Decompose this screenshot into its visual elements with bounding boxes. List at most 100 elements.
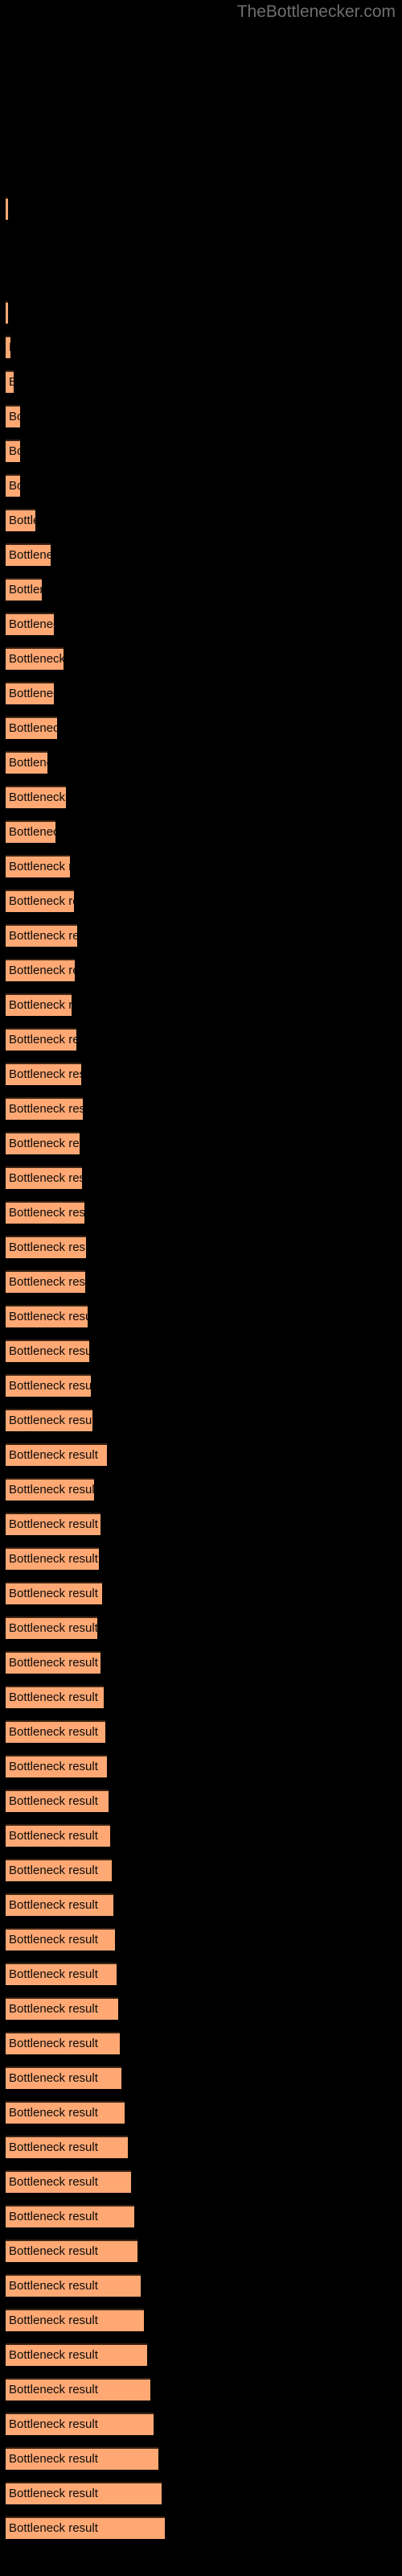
bar-label: Bottleneck result [9, 1898, 98, 1912]
bar: Bottleneck result [6, 2413, 154, 2435]
bar-label: Bottleneck result [9, 1587, 98, 1600]
bar: Bottleneck result [6, 1859, 112, 1881]
bar-row: Bottleneck result [0, 1755, 402, 1790]
bar-label: Bottleneck result [9, 2106, 98, 2120]
bar-label: Bottleneck result [9, 410, 20, 423]
bar: Bottleneck result [6, 993, 72, 1016]
bar-row: Bottleneck result [0, 2136, 402, 2170]
bar-label: Bottleneck result [9, 1829, 98, 1843]
bar-row: Bottleneck result [0, 1201, 402, 1236]
bar: Bottleneck result [6, 1305, 88, 1327]
bar-label: Bottleneck result [9, 894, 74, 908]
bar-label: Bottleneck result [9, 1033, 76, 1046]
bar-label: Bottleneck result [9, 2244, 98, 2258]
bar-row: Bottleneck result [0, 890, 402, 924]
bar-label: Bottleneck result [9, 2521, 98, 2535]
bar-row: Bottleneck result [0, 1513, 402, 1547]
bar: Bottleneck result [6, 1201, 84, 1224]
bar-row: Bottleneck result [0, 1859, 402, 1893]
bar: Bottleneck result [6, 1409, 92, 1431]
bar-label: Bottleneck result [9, 1552, 98, 1566]
bar-row: Bottleneck result [0, 993, 402, 1028]
bar: Bottleneck result [6, 2205, 134, 2227]
bar: Bottleneck result [6, 1928, 115, 1951]
bar: Bottleneck result [6, 336, 10, 358]
bar-label: Bottleneck result [9, 376, 14, 389]
bar: Bottleneck result [6, 1720, 105, 1743]
bar-label: Bottleneck result [9, 2140, 98, 2154]
bar-row: Bottleneck result [0, 2447, 402, 2482]
bar: Bottleneck result [6, 1236, 86, 1258]
bar-label: Bottleneck result [9, 2175, 98, 2189]
bar-label: Bottleneck result [9, 1933, 98, 1946]
bar-label: Bottleneck result [9, 1794, 98, 1808]
bar: Bottleneck result [6, 2309, 144, 2331]
bar-row: Bottleneck result [0, 2170, 402, 2205]
bar-label: Bottleneck result [9, 2383, 98, 2396]
bar-row: Bottleneck result [0, 1443, 402, 1478]
bar: Bottleneck result [6, 1651, 100, 1674]
bar-row: Bottleneck result [0, 1132, 402, 1166]
bar: Bottleneck result [6, 2032, 120, 2054]
bar: Bottleneck result [6, 1374, 91, 1397]
bar-row: Bottleneck result [0, 1651, 402, 1686]
bar-row: Bottleneck result [0, 2516, 402, 2551]
bar: Bottleneck result [6, 1686, 104, 1708]
bar-row: Bottleneck result [0, 578, 402, 613]
bar-label: Bottleneck result [9, 2452, 98, 2466]
bar-row: Bottleneck result [0, 2101, 402, 2136]
bar-row: Bottleneck result [0, 2413, 402, 2447]
bar-label: Bottleneck result [9, 998, 72, 1012]
bar: Bottleneck result [6, 2274, 141, 2297]
bar-label: Bottleneck result [9, 1621, 97, 1635]
bar-row: Bottleneck result [0, 1166, 402, 1201]
bar-label: Bottleneck result [9, 341, 10, 354]
bar-label: Bottleneck result [9, 2417, 98, 2431]
bar: Bottleneck result [6, 543, 51, 566]
bar: Bottleneck result [6, 1824, 110, 1847]
bar-row: Bottleneck result [0, 2205, 402, 2240]
bar-label: Bottleneck result [9, 964, 75, 977]
bar-label: Bottleneck result [9, 2279, 98, 2293]
bar-row: Bottleneck result [0, 1616, 402, 1651]
bar: Bottleneck result [6, 1132, 80, 1154]
bar-row: Bottleneck result [0, 855, 402, 890]
bar: Bottleneck result [6, 1443, 107, 1466]
bar: Bottleneck result [6, 1997, 118, 2020]
bar-label: Bottleneck result [9, 1656, 98, 1670]
bar-label: Bottleneck result [9, 444, 20, 458]
bar-label: Bottleneck result [9, 825, 55, 839]
bar-row: Bottleneck result [0, 1893, 402, 1928]
bar: Bottleneck result [6, 890, 74, 912]
bar-row: Bottleneck result [0, 1686, 402, 1720]
bar: Bottleneck result [6, 647, 64, 670]
bar-label: Bottleneck result [9, 479, 20, 493]
bar-row: Bottleneck result [0, 1547, 402, 1582]
bar-label: Bottleneck result [9, 721, 57, 735]
bar: Bottleneck result [6, 1547, 99, 1570]
bar: Bottleneck result [6, 820, 55, 843]
bar-row: Bottleneck result [0, 440, 402, 474]
bar-label: Bottleneck result [9, 548, 51, 562]
bar-label: Bottleneck result [9, 1379, 91, 1393]
bar-label: Bottleneck result [9, 791, 66, 804]
bar-row: Bottleneck result [0, 1028, 402, 1063]
bar: Bottleneck result [6, 613, 54, 635]
bar-label: Bottleneck result [9, 2037, 98, 2050]
bar: Bottleneck result [6, 1270, 85, 1293]
bar-label: Bottleneck result [9, 583, 42, 597]
bar: Bottleneck result [6, 1616, 97, 1639]
bar: Bottleneck result [6, 197, 8, 220]
bar-row: Bottleneck result [0, 1305, 402, 1340]
bar: Bottleneck result [6, 1513, 100, 1535]
bar-row: Bottleneck result [0, 1997, 402, 2032]
bar-row: Bottleneck result [0, 1928, 402, 1963]
bar-row: Bottleneck result [0, 959, 402, 993]
bar-row: Bottleneck result [0, 1824, 402, 1859]
bottleneck-bar-chart: Bottleneck result Bottleneck result Bottle… [0, 0, 402, 2576]
bar: Bottleneck result [6, 2447, 158, 2470]
bar: Bottleneck result [6, 2170, 131, 2193]
bar: Bottleneck result [6, 2101, 125, 2124]
bar: Bottleneck result [6, 1963, 117, 1985]
bar-label: Bottleneck result [9, 1690, 98, 1704]
